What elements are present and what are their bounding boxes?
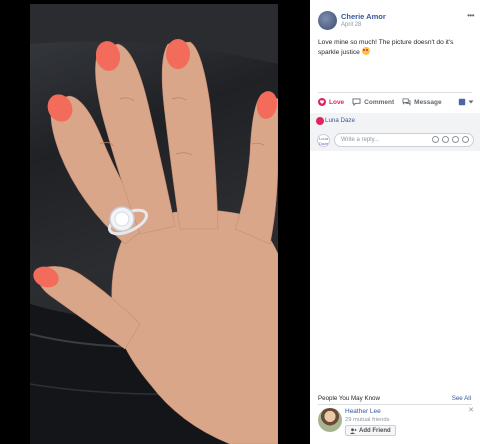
pymk-card: Heather Lee 29 mutual friends Add Friend… [318,406,474,440]
page-icon [458,98,466,106]
post-text: Love mine so much! The picture doesn't d… [318,38,468,57]
reactor-name[interactable]: Luna Daze [325,117,355,124]
comment-tools [432,136,469,143]
post-side-panel: Cherie Amor April 28 ••• Love mine so mu… [310,0,480,444]
sticker-icon[interactable] [462,136,469,143]
pymk-title: People You May Know [318,395,380,402]
post-photo[interactable] [30,4,278,444]
author-name[interactable]: Cherie Amor [341,12,386,21]
add-friend-icon [350,427,357,434]
message-icon [402,98,411,106]
pymk-mutual-friends[interactable]: 29 mutual friends [345,417,389,423]
comment-icon [352,98,361,106]
chevron-down-icon [468,100,474,104]
comment-composer: Luna Daze Write a reply... [310,129,480,151]
post-date[interactable]: April 28 [341,22,361,28]
divider [318,404,472,405]
divider [318,92,472,93]
reply-placeholder: Write a reply... [341,137,380,143]
more-icon[interactable]: ••• [467,11,474,20]
comment-label: Comment [364,98,395,106]
post-header: Cherie Amor April 28 ••• [318,9,478,33]
love-icon [318,98,326,106]
love-reaction-icon [316,117,324,125]
love-button[interactable]: Love [318,98,344,106]
commenter-avatar: Luna Daze [317,134,330,147]
heart-eyes-emoji-icon [361,47,370,55]
pymk-name[interactable]: Heather Lee [345,408,381,415]
author-avatar[interactable] [318,11,337,30]
gif-icon[interactable] [452,136,459,143]
love-label: Love [329,98,345,106]
message-label: Message [414,98,442,106]
see-all-link[interactable]: See All [452,395,471,402]
comment-button[interactable]: Comment [352,98,394,106]
post-text-content: Love mine so much! The picture doesn't d… [318,39,454,56]
hand-ring-illustration [30,4,278,444]
message-button[interactable]: Message [402,98,442,106]
pymk-avatar[interactable] [318,408,342,432]
reply-input[interactable]: Write a reply... [334,133,474,147]
emoji-icon[interactable] [432,136,439,143]
close-icon[interactable]: ✕ [468,406,474,414]
audience-selector[interactable] [458,98,474,106]
camera-icon[interactable] [442,136,449,143]
add-friend-button[interactable]: Add Friend [345,425,396,436]
add-friend-label: Add Friend [359,427,391,434]
post-actions: Love Comment Message [318,94,476,110]
photo-viewer [0,0,310,444]
reactions-summary: Luna Daze [310,113,480,129]
